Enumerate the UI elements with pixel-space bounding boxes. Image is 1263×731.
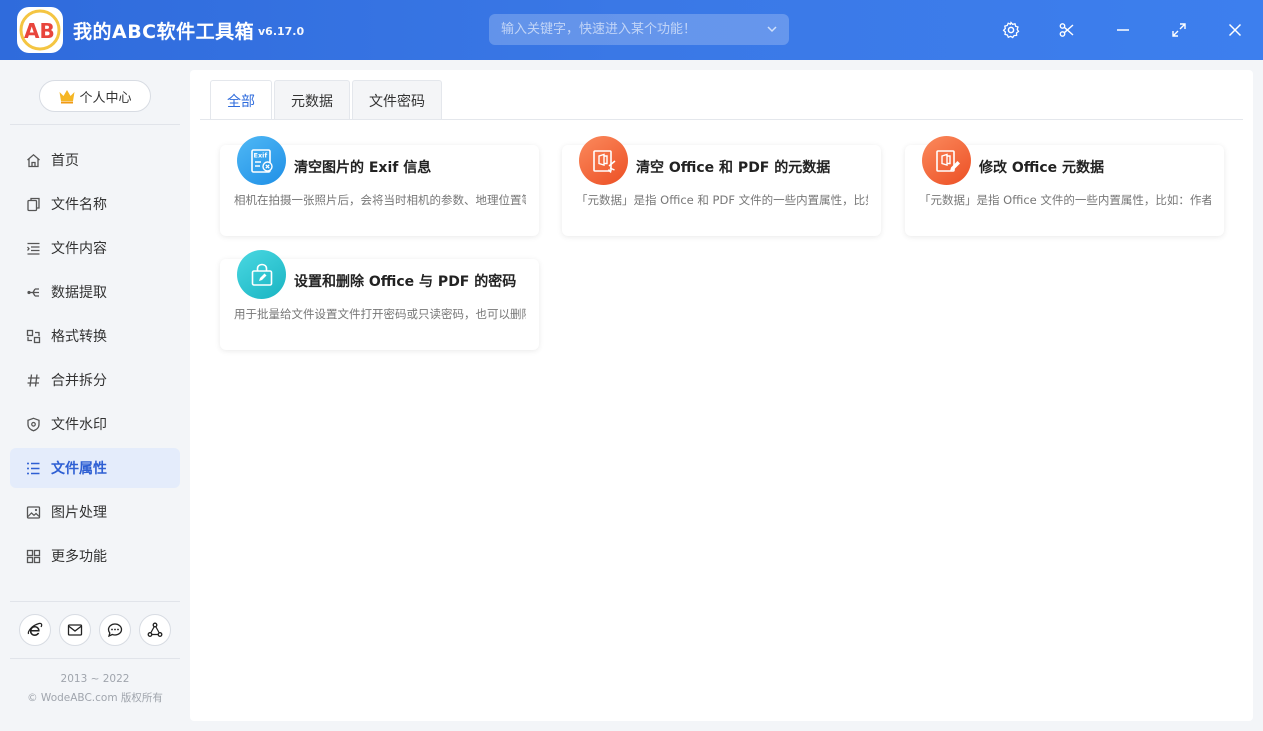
sidebar-item-label: 文件名称: [51, 197, 107, 213]
sidebar-item-data-extract[interactable]: 数据提取: [10, 272, 180, 312]
close-icon[interactable]: [1223, 18, 1247, 42]
chevron-down-icon[interactable]: [765, 22, 779, 36]
sidebar-item-label: 格式转换: [51, 329, 107, 345]
sidebar-nav: 首页 文件名称 文件内容 数据提取 格式转换 合并拆分 文件水印 文件属性 图片…: [10, 140, 180, 580]
title-bar: AB 我的ABC软件工具箱 v6.17.0: [0, 0, 1263, 60]
card-office-pdf-password[interactable]: 设置和删除 Office 与 PDF 的密码 用于批量给文件设置文件打开密码或只…: [220, 250, 539, 350]
sidebar-item-label: 首页: [51, 153, 79, 169]
sidebar-item-label: 合并拆分: [51, 373, 107, 389]
maximize-icon[interactable]: [1167, 18, 1191, 42]
sidebar-item-file-name[interactable]: 文件名称: [10, 184, 180, 224]
card-clear-exif[interactable]: Exif 清空图片的 Exif 信息 相机在拍摄一张照片后，会将当时相机的参数、…: [220, 136, 539, 236]
divider: [10, 658, 180, 659]
mail-icon[interactable]: [59, 614, 91, 646]
exif-icon: Exif: [237, 136, 286, 185]
app-logo: AB: [17, 7, 63, 53]
sidebar-item-label: 文件水印: [51, 417, 107, 433]
text-list-icon: [27, 242, 40, 255]
sidebar-item-label: 文件属性: [51, 461, 107, 477]
copyright-owner: © WodeABC.com 版权所有: [27, 692, 163, 704]
office-clean-icon: [579, 136, 628, 185]
image-icon: [26, 505, 41, 519]
sidebar-item-file-content[interactable]: 文件内容: [10, 228, 180, 268]
search-input[interactable]: [489, 14, 789, 45]
card-edit-office-metadata[interactable]: 修改 Office 元数据 「元数据」是指 Office 文件的一些内置属性，比…: [905, 136, 1224, 236]
list-icon: [27, 462, 40, 474]
card-title: 修改 Office 元数据: [979, 160, 1105, 176]
sidebar-item-merge-split[interactable]: 合并拆分: [10, 360, 180, 400]
card-description: 相机在拍摄一张照片后，会将当时相机的参数、地理位置等信息: [234, 193, 526, 207]
card-title: 清空 Office 和 PDF 的元数据: [636, 160, 831, 176]
convert-icon: [26, 329, 41, 343]
office-edit-icon: [922, 136, 971, 185]
card-title: 设置和删除 Office 与 PDF 的密码: [294, 274, 517, 290]
svg-text:AB: AB: [24, 19, 55, 43]
divider: [10, 601, 180, 602]
tab-metadata[interactable]: 元数据: [274, 80, 350, 120]
card-clear-office-pdf-metadata[interactable]: 清空 Office 和 PDF 的元数据 「元数据」是指 Office 和 PD…: [562, 136, 881, 236]
sidebar-item-label: 更多功能: [51, 549, 107, 565]
grid-icon: [26, 549, 41, 563]
ie-browser-icon[interactable]: [19, 614, 51, 646]
file-copy-icon: [27, 197, 40, 211]
svg-text:Exif: Exif: [253, 151, 267, 159]
sidebar-item-label: 图片处理: [51, 505, 107, 521]
sidebar-item-watermark[interactable]: 文件水印: [10, 404, 180, 444]
share-icon[interactable]: [139, 614, 171, 646]
extract-icon: [27, 287, 39, 297]
card-title: 清空图片的 Exif 信息: [294, 160, 432, 176]
lock-bag-icon: [237, 250, 286, 299]
tab-file-password[interactable]: 文件密码: [352, 80, 442, 120]
main-panel: 全部 元数据 文件密码 Exif 清空图片的 Exif 信息 相机在拍摄一张照片…: [190, 70, 1253, 721]
card-description: 「元数据」是指 Office 和 PDF 文件的一些内置属性，比如作者: [576, 193, 868, 207]
gear-icon[interactable]: [999, 18, 1023, 42]
tab-divider: [200, 119, 1243, 120]
user-center-button[interactable]: 个人中心: [39, 80, 151, 112]
sidebar-item-more[interactable]: 更多功能: [10, 536, 180, 576]
tab-bar: 全部 元数据 文件密码: [210, 80, 444, 121]
hash-icon: [27, 373, 40, 387]
scissors-icon[interactable]: [1055, 18, 1079, 42]
sidebar-item-image[interactable]: 图片处理: [10, 492, 180, 532]
card-description: 「元数据」是指 Office 文件的一些内置属性，比如：作者、标题: [919, 193, 1211, 207]
card-description: 用于批量给文件设置文件打开密码或只读密码，也可以删除密码: [234, 307, 526, 321]
shield-icon: [27, 417, 40, 431]
user-center-label: 个人中心: [79, 90, 132, 106]
sidebar-item-format-convert[interactable]: 格式转换: [10, 316, 180, 356]
tab-all[interactable]: 全部: [210, 80, 272, 121]
divider: [10, 124, 180, 125]
minimize-icon[interactable]: [1111, 18, 1135, 42]
app-version: v6.17.0: [258, 25, 305, 38]
sidebar: 个人中心 首页 文件名称 文件内容 数据提取 格式转换 合并拆分 文件水印 文件…: [0, 60, 190, 731]
footer-icons: [19, 614, 171, 646]
crown-icon: [59, 90, 75, 104]
chat-icon[interactable]: [99, 614, 131, 646]
copyright-years: 2013 ~ 2022: [60, 673, 130, 685]
sidebar-item-file-properties[interactable]: 文件属性: [10, 448, 180, 488]
sidebar-item-label: 数据提取: [51, 285, 107, 301]
sidebar-item-home[interactable]: 首页: [10, 140, 180, 180]
home-icon: [27, 153, 40, 167]
app-title: 我的ABC软件工具箱: [73, 21, 255, 43]
sidebar-item-label: 文件内容: [51, 241, 107, 257]
